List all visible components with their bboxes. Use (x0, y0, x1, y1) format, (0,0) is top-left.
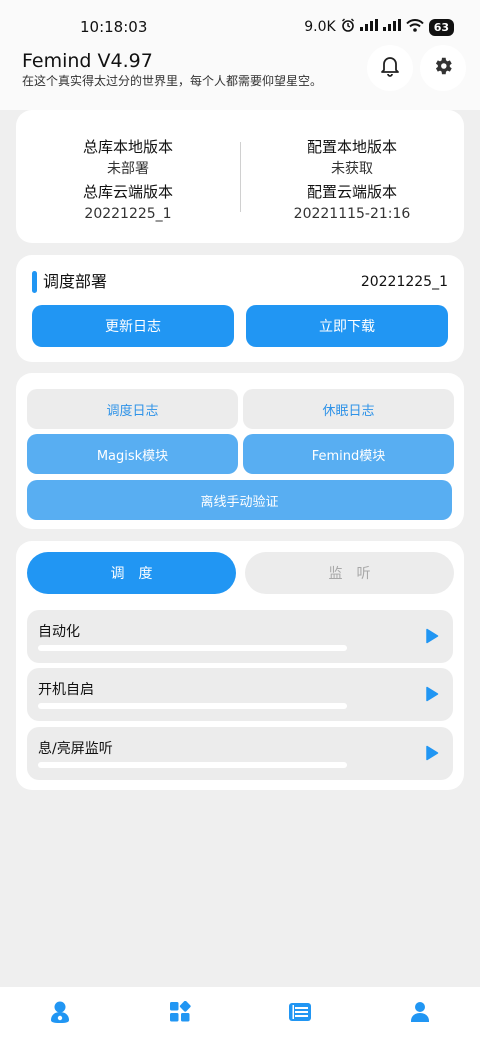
gear-icon (432, 55, 454, 81)
settings-button[interactable] (420, 45, 466, 91)
update-log-button[interactable]: 更新日志 (32, 305, 234, 347)
sleep-log-button[interactable]: 休眠日志 (243, 389, 454, 429)
wifi-icon (405, 18, 424, 36)
deploy-title: 调度部署 (43, 272, 108, 291)
play-icon (425, 628, 439, 648)
nav-apps[interactable] (167, 1000, 193, 1027)
config-cloud-version-value: 20221115-21:16 (293, 206, 411, 222)
item-progress-track (38, 762, 347, 768)
total-cloud-version-label: 总库云端版本 (82, 183, 173, 201)
tab-listen[interactable]: 监听 (245, 552, 454, 594)
bottom-nav (0, 987, 480, 1040)
nav-home[interactable] (47, 1001, 73, 1027)
status-time: 10:18:03 (80, 18, 148, 36)
item-progress-track (38, 645, 347, 651)
download-now-button[interactable]: 立即下载 (246, 305, 448, 347)
profile-icon (410, 1001, 430, 1027)
alarm-icon (341, 18, 355, 36)
schedule-log-button[interactable]: 调度日志 (27, 389, 238, 429)
play-icon (425, 745, 439, 765)
section-accent-bar (32, 271, 37, 293)
item-label: 自动化 (38, 624, 80, 640)
app-title: Femind V4.97 (22, 50, 153, 72)
signal-icon-2 (382, 19, 401, 35)
bell-icon (380, 55, 400, 81)
config-cloud-version-label: 配置云端版本 (306, 183, 397, 201)
config-local-version-label: 配置本地版本 (306, 138, 397, 156)
tools-card: 调度日志 休眠日志 Magisk模块 Femind模块 离线手动验证 (16, 373, 464, 529)
list-icon (288, 1002, 312, 1026)
offline-verify-button[interactable]: 离线手动验证 (27, 480, 452, 520)
femind-module-button[interactable]: Femind模块 (243, 434, 454, 474)
app-subtitle: 在这个真实得太过分的世界里，每个人都需要仰望星空。 (22, 74, 323, 88)
total-local-version-label: 总库本地版本 (82, 138, 173, 156)
magisk-module-button[interactable]: Magisk模块 (27, 434, 238, 474)
list-item-boot-autostart[interactable]: 开机自启 (27, 668, 453, 721)
home-icon (49, 1000, 71, 1028)
app-screen: 10:18:03 9.0K 63 Femind V4.97 在这个真实得太过分的… (0, 0, 480, 1040)
status-icons: 9.0K 63 (304, 18, 454, 36)
item-progress-track (38, 703, 347, 709)
tab-schedule[interactable]: 调度 (27, 552, 236, 594)
notifications-button[interactable] (367, 45, 413, 91)
item-label: 开机自启 (38, 682, 94, 698)
nav-profile[interactable] (407, 1001, 433, 1027)
nav-list[interactable] (287, 1001, 313, 1027)
app-header: Femind V4.97 在这个真实得太过分的世界里，每个人都需要仰望星空。 (0, 40, 480, 110)
schedule-monitor-card: 调度 监听 自动化 开机自启 息/亮屏监听 (16, 541, 464, 790)
list-item-screen-listen[interactable]: 息/亮屏监听 (27, 727, 453, 780)
battery-indicator: 63 (428, 18, 454, 36)
net-speed: 9.0K (304, 19, 336, 35)
config-local-version-value: 未获取 (331, 161, 373, 177)
item-label: 息/亮屏监听 (38, 741, 113, 757)
config-versions: 配置本地版本 未获取 配置云端版本 20221115-21:16 (240, 136, 464, 226)
apps-icon (169, 1000, 191, 1027)
total-local-version-value: 未部署 (107, 161, 149, 177)
signal-icon (359, 19, 378, 35)
play-icon (425, 686, 439, 706)
deploy-version: 20221225_1 (360, 274, 448, 290)
deploy-card: 调度部署 20221225_1 更新日志 立即下载 (16, 255, 464, 362)
total-cloud-version-value: 20221225_1 (84, 206, 172, 222)
total-library-versions: 总库本地版本 未部署 总库云端版本 20221225_1 (16, 136, 240, 226)
version-info-card: 总库本地版本 未部署 总库云端版本 20221225_1 配置本地版本 未获取 … (16, 110, 464, 243)
list-item-automation[interactable]: 自动化 (27, 610, 453, 663)
